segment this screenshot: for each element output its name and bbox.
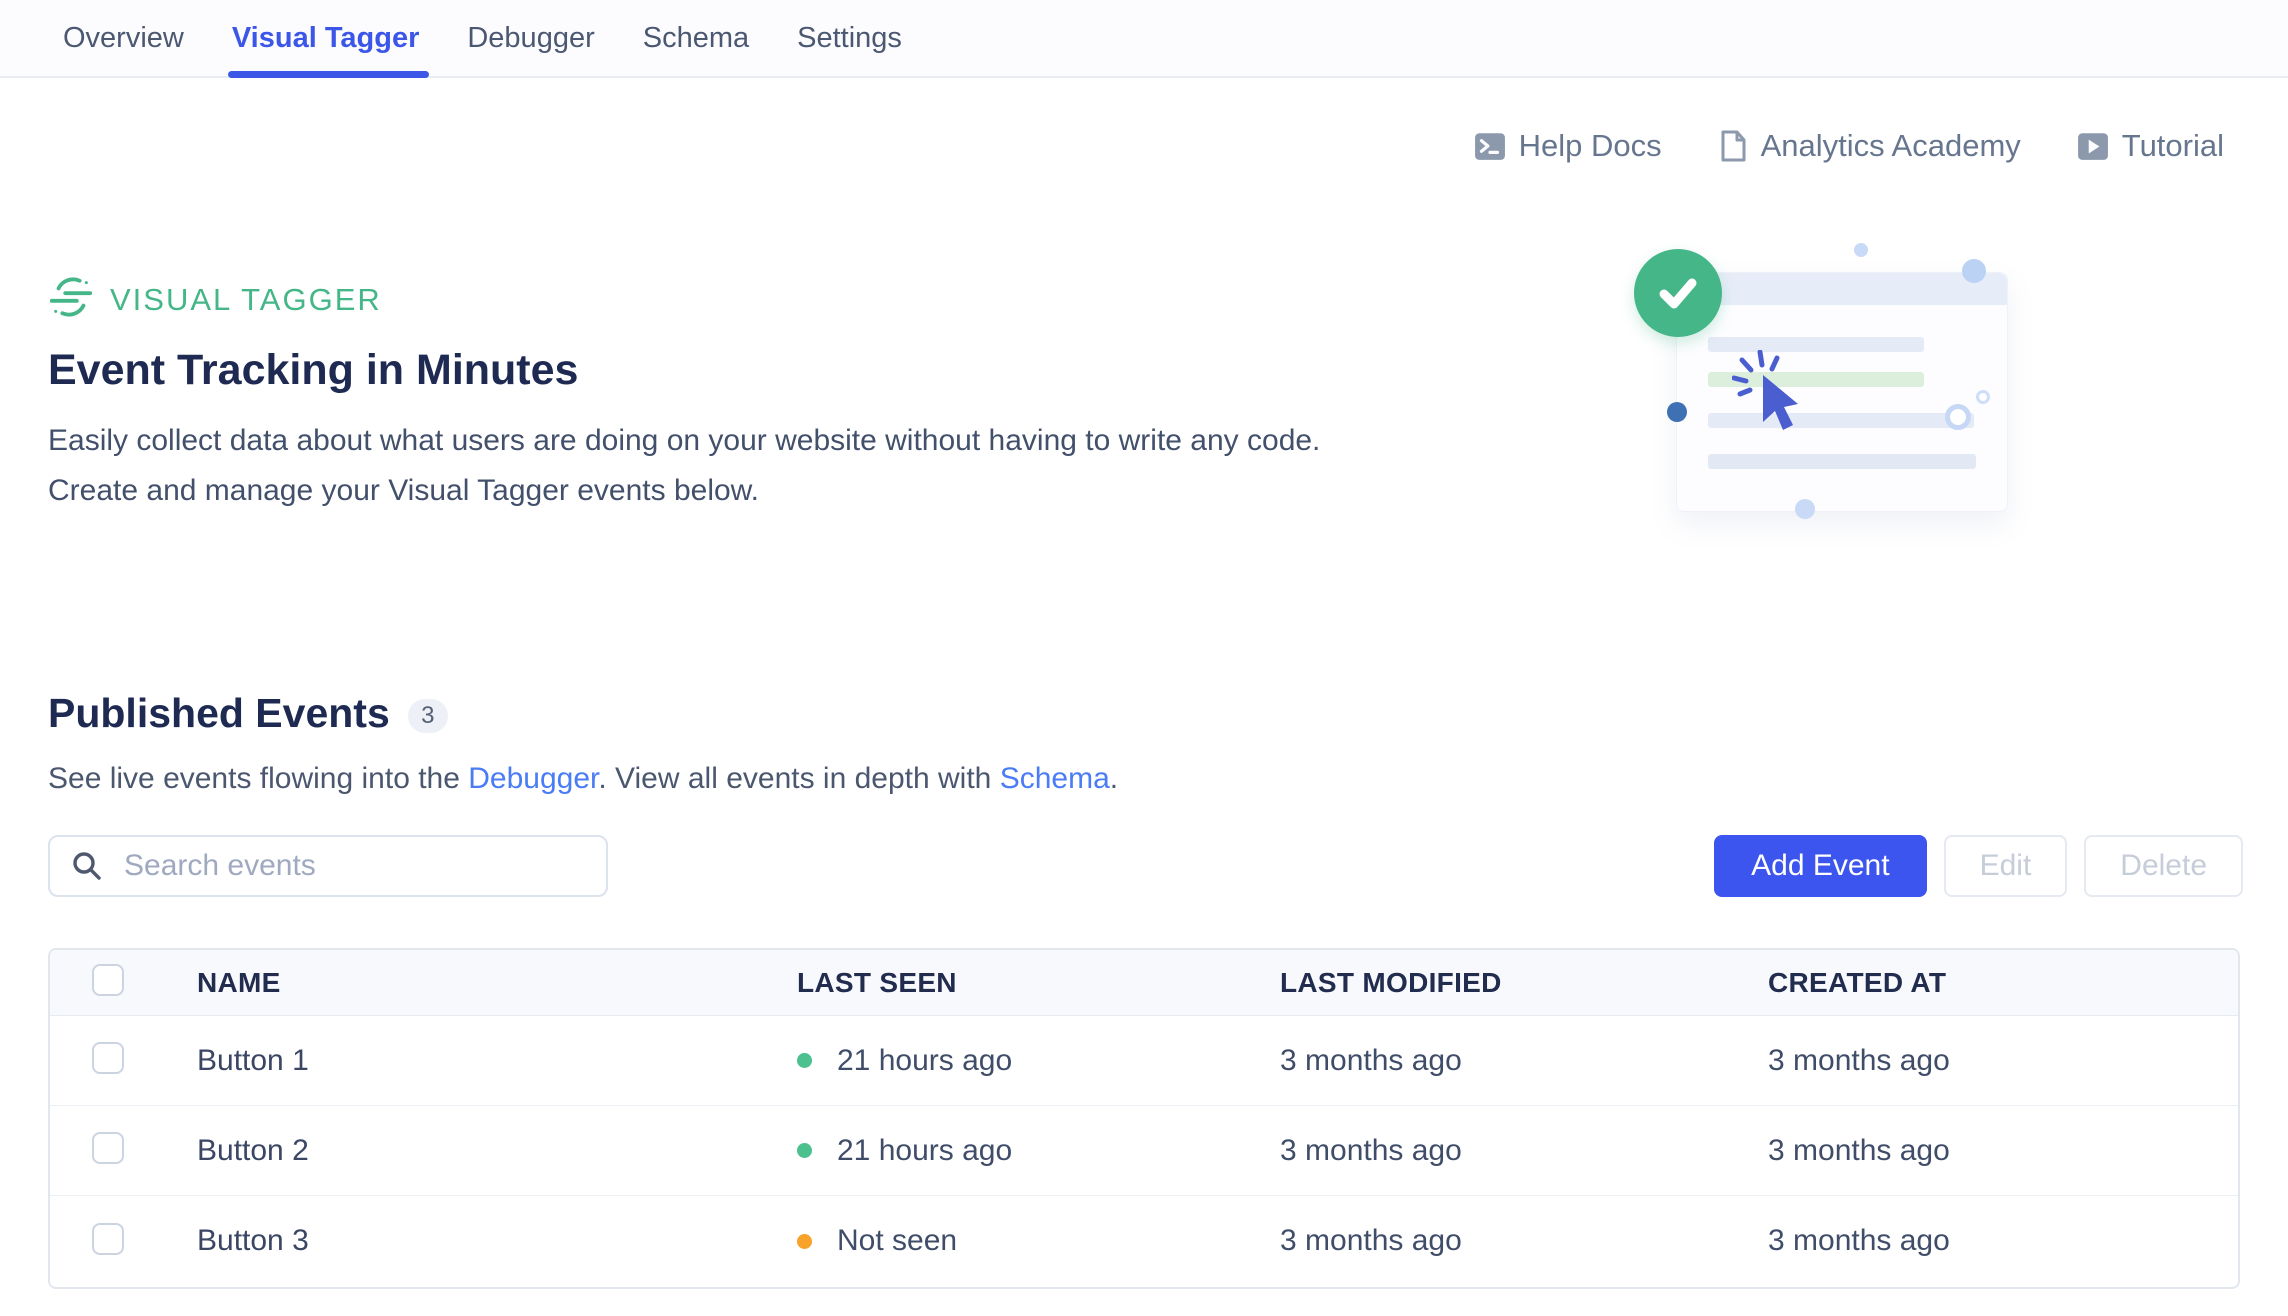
debugger-link[interactable]: Debugger [468, 762, 598, 795]
page-description: Easily collect data about what users are… [48, 416, 1320, 516]
column-last-modified: LAST MODIFIED [1280, 967, 1768, 999]
event-name: Button 1 [197, 1044, 797, 1078]
delete-button[interactable]: Delete [2084, 835, 2243, 897]
table-row[interactable]: Button 2 21 hours ago 3 months ago 3 mon… [50, 1106, 2238, 1196]
events-toolbar: Add Event Edit Delete [48, 835, 2243, 897]
column-name: NAME [197, 967, 797, 999]
status-dot [797, 1053, 812, 1068]
tab-schema[interactable]: Schema [643, 0, 749, 76]
event-count-badge: 3 [408, 699, 448, 733]
edit-button[interactable]: Edit [1944, 835, 2068, 897]
last-modified-value: 3 months ago [1280, 1224, 1768, 1258]
tutorial-link[interactable]: Tutorial [2077, 128, 2224, 164]
help-docs-label: Help Docs [1519, 128, 1662, 164]
published-events-subtext: See live events flowing into the Debugge… [48, 762, 1118, 796]
last-seen-value: 21 hours ago [837, 1044, 1012, 1078]
illustration-card-header [1677, 273, 2007, 305]
row-checkbox[interactable] [92, 1042, 124, 1074]
document-icon [1718, 130, 1748, 162]
last-seen-value: Not seen [837, 1224, 957, 1258]
check-icon [1634, 249, 1722, 337]
published-events-header: Published Events 3 [48, 690, 448, 737]
status-dot [797, 1143, 812, 1158]
column-created-at: CREATED AT [1768, 967, 2238, 999]
analytics-academy-label: Analytics Academy [1761, 128, 2021, 164]
last-modified-value: 3 months ago [1280, 1134, 1768, 1168]
tutorial-label: Tutorial [2122, 128, 2224, 164]
status-dot [797, 1234, 812, 1249]
event-actions: Add Event Edit Delete [1714, 835, 2243, 897]
search-events [48, 835, 608, 897]
last-seen-value: 21 hours ago [837, 1134, 1012, 1168]
page-title: Event Tracking in Minutes [48, 346, 578, 395]
eyebrow-label: VISUAL TAGGER [110, 282, 382, 318]
event-name: Button 2 [197, 1134, 797, 1168]
row-checkbox[interactable] [92, 1223, 124, 1255]
tab-debugger[interactable]: Debugger [467, 0, 594, 76]
segment-logo-icon [48, 274, 94, 325]
tab-overview[interactable]: Overview [63, 0, 184, 76]
last-seen-cell: 21 hours ago [797, 1044, 1280, 1078]
table-row[interactable]: Button 3 Not seen 3 months ago 3 months … [50, 1196, 2238, 1286]
events-table: NAME LAST SEEN LAST MODIFIED CREATED AT … [48, 948, 2240, 1289]
visual-tagger-page: Overview Visual Tagger Debugger Schema S… [0, 0, 2288, 1316]
last-modified-value: 3 months ago [1280, 1044, 1768, 1078]
event-name: Button 3 [197, 1224, 797, 1258]
add-event-button[interactable]: Add Event [1714, 835, 1926, 897]
created-at-value: 3 months ago [1768, 1044, 2238, 1078]
description-line-2: Create and manage your Visual Tagger eve… [48, 466, 1320, 516]
select-all-checkbox[interactable] [92, 964, 124, 996]
cursor-click-icon [1732, 350, 1822, 445]
created-at-value: 3 months ago [1768, 1134, 2238, 1168]
top-nav: Overview Visual Tagger Debugger Schema S… [0, 0, 2288, 78]
description-line-1: Easily collect data about what users are… [48, 416, 1320, 466]
play-icon [2077, 130, 2109, 162]
terminal-icon [1474, 130, 1506, 162]
schema-link[interactable]: Schema [1000, 762, 1110, 795]
created-at-value: 3 months ago [1768, 1224, 2238, 1258]
last-seen-cell: Not seen [797, 1224, 1280, 1258]
last-seen-cell: 21 hours ago [797, 1134, 1280, 1168]
tab-visual-tagger[interactable]: Visual Tagger [232, 0, 420, 76]
published-events-title: Published Events [48, 690, 390, 737]
tab-settings[interactable]: Settings [797, 0, 902, 76]
visual-tagger-eyebrow: VISUAL TAGGER [48, 274, 382, 325]
table-row[interactable]: Button 1 21 hours ago 3 months ago 3 mon… [50, 1016, 2238, 1106]
illustration-card [1676, 272, 2008, 512]
column-last-seen: LAST SEEN [797, 967, 1280, 999]
help-links: Help Docs Analytics Academy Tutorial [1474, 128, 2224, 164]
table-header-row: NAME LAST SEEN LAST MODIFIED CREATED AT [50, 950, 2238, 1016]
help-docs-link[interactable]: Help Docs [1474, 128, 1662, 164]
row-checkbox[interactable] [92, 1132, 124, 1164]
search-input[interactable] [48, 835, 608, 897]
hero-illustration [1600, 210, 2080, 540]
analytics-academy-link[interactable]: Analytics Academy [1718, 128, 2021, 164]
